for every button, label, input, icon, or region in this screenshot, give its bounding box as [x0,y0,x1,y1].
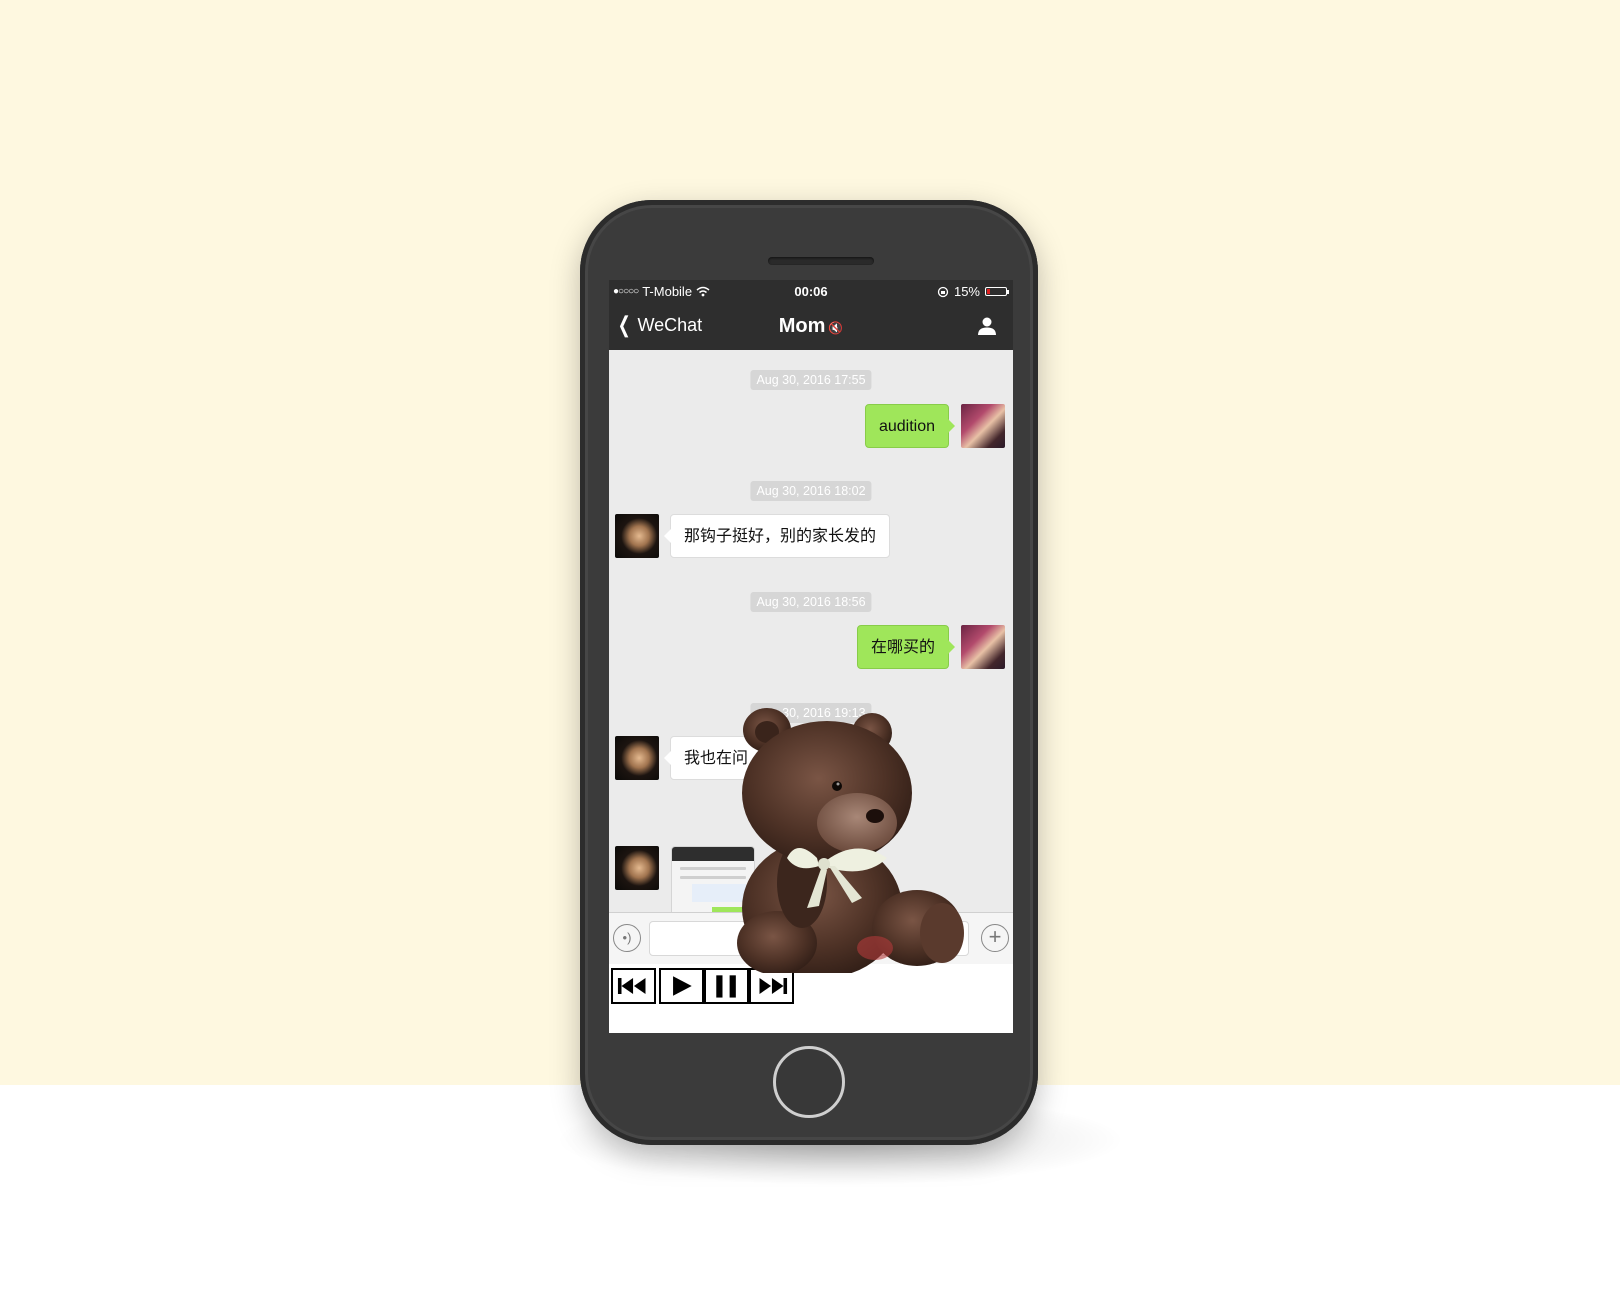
image-thumb-link [692,884,746,902]
message-input[interactable] [649,921,969,956]
battery-percent: 15% [953,284,980,299]
my-avatar[interactable] [961,625,1005,669]
mom-avatar[interactable] [615,846,659,890]
person-icon[interactable] [977,316,997,336]
battery-icon [985,287,1009,296]
my-avatar[interactable] [961,404,1005,448]
message-bubble-incoming[interactable]: 我也在问 [663,736,763,780]
timestamp: Aug 30, 2016 19:13 [750,703,872,723]
timestamp: Aug 30, 2016 18:02 [750,481,872,501]
chat-title: Mom 🔇 [609,315,1013,338]
play-icon[interactable] [659,968,704,1004]
skip-back-icon[interactable] [611,968,656,1004]
pause-icon[interactable] [704,968,749,1004]
voice-icon[interactable]: •) [613,924,641,952]
message-bubble-outgoing[interactable]: audition [864,404,956,448]
image-thumb-line [680,876,746,879]
battery-fill [987,289,990,294]
earpiece [768,257,874,265]
timestamp: Aug 30, 2016 17:55 [750,370,872,390]
nav-bar: ❮ WeChat Mom 🔇 [609,304,1013,350]
timestamp: Aug 30, 2016 18:56 [750,592,872,612]
message-bubble-outgoing[interactable]: 在哪买的 [856,625,956,669]
mom-avatar[interactable] [615,514,659,558]
mute-icon: 🔇 [828,321,844,335]
status-right: 15% [937,284,1009,299]
home-button[interactable] [773,1046,845,1118]
media-controls [609,964,1013,1033]
phone-screen: ●○○○○ T-Mobile 00:06 15% ❮ WeChat Mom🔇 [609,280,1013,1033]
mom-avatar[interactable] [615,736,659,780]
rotation-lock-icon [937,286,949,297]
input-bar: •) + [609,912,1013,964]
chat-title-text: Mom [778,315,826,337]
plus-icon[interactable]: + [981,924,1009,952]
image-thumb-header [672,847,754,861]
status-bar: ●○○○○ T-Mobile 00:06 15% [609,280,1013,304]
image-thumb-line [680,867,746,870]
skip-forward-icon[interactable] [749,968,794,1004]
message-bubble-incoming[interactable]: 那钩子挺好，别的家长发的 [663,514,891,558]
